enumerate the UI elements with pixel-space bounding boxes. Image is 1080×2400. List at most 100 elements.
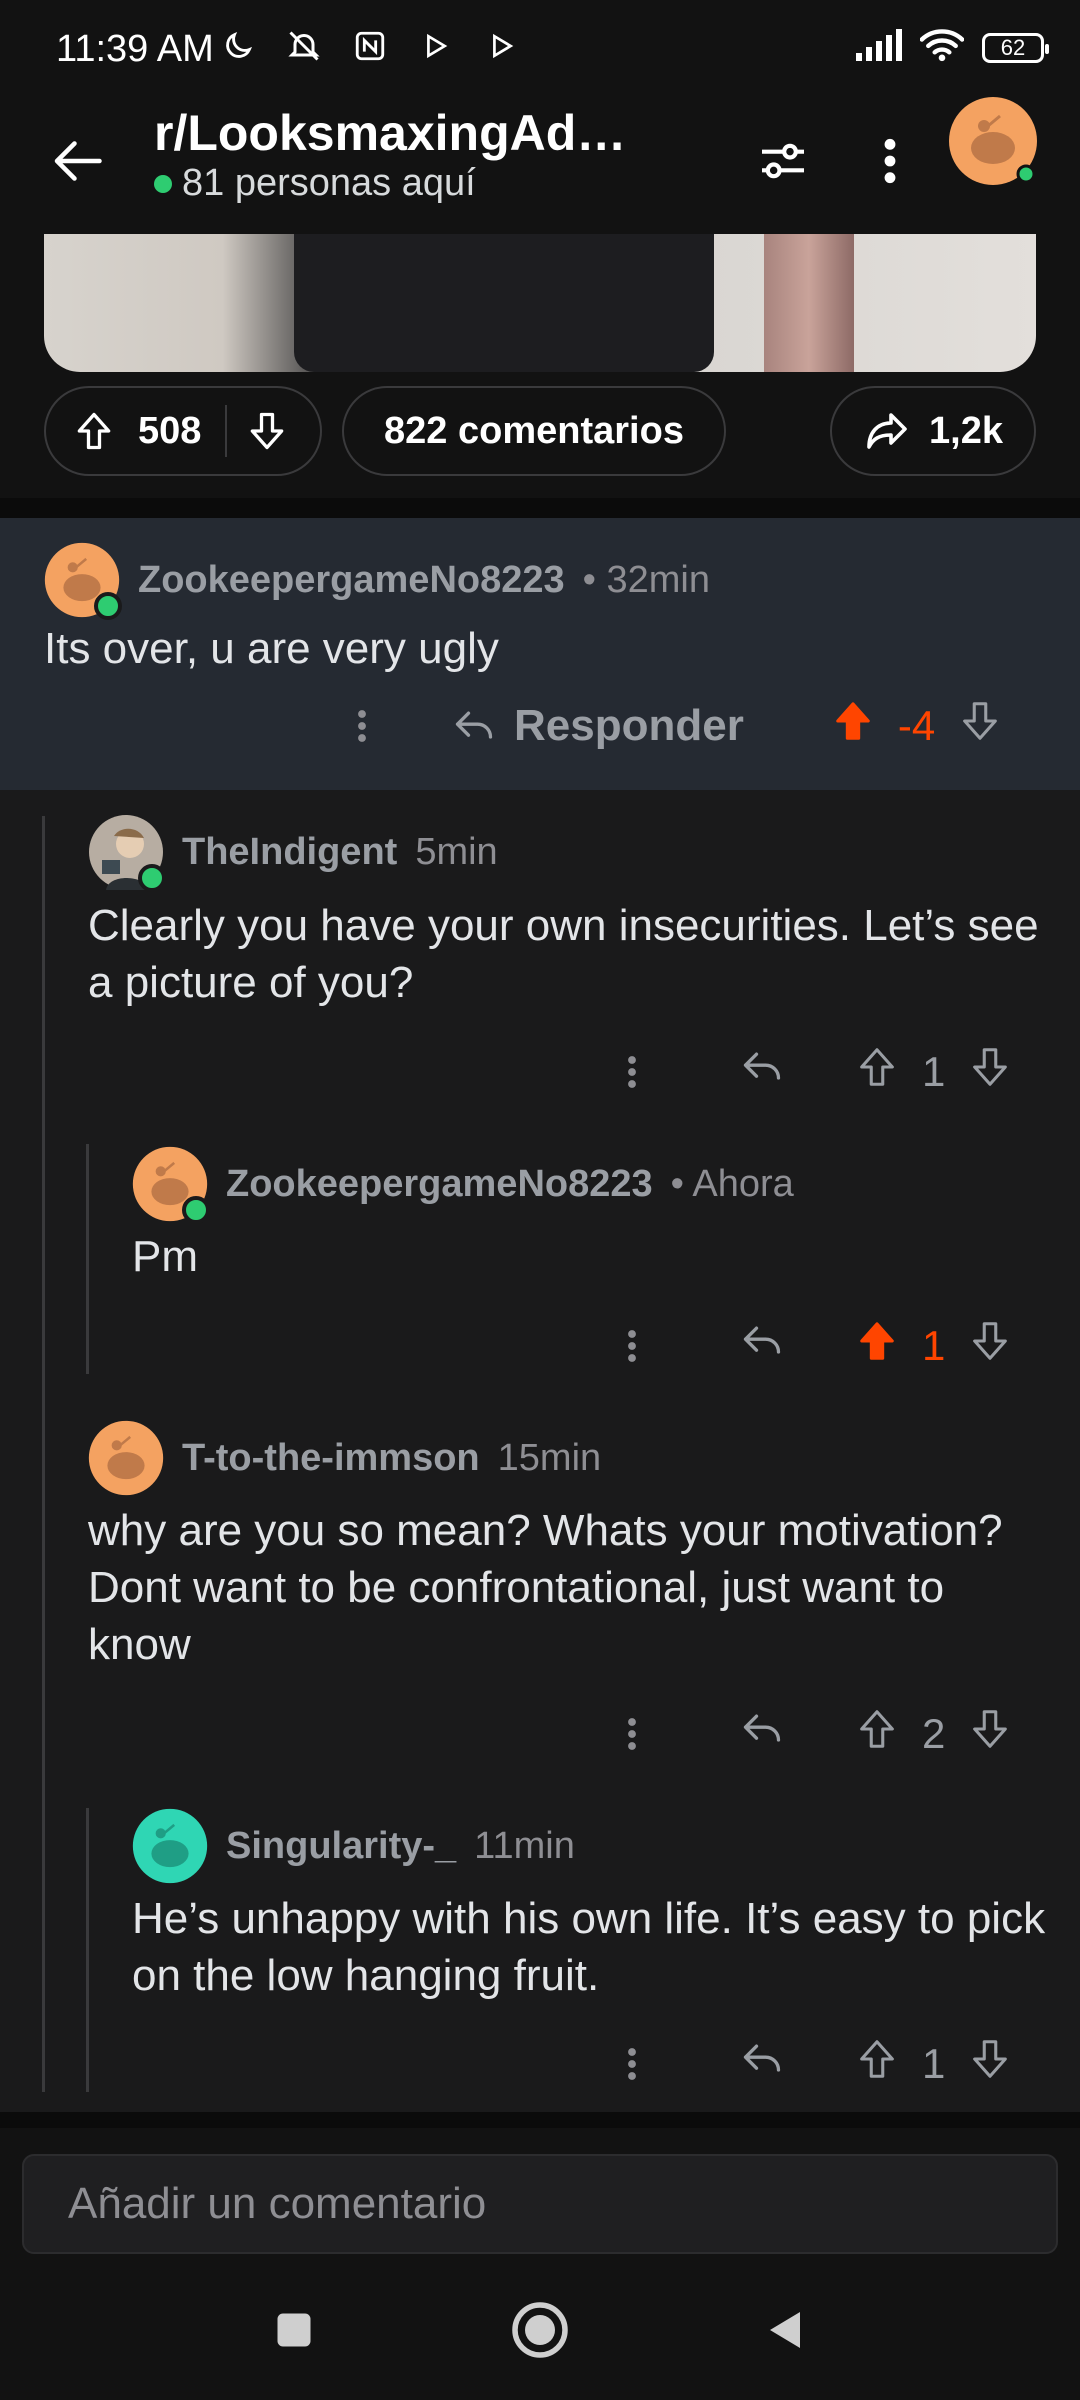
downvote-icon [973, 2040, 1008, 2078]
filter-button[interactable] [748, 126, 818, 196]
status-icons-right: 62 [854, 28, 1049, 67]
post-downvote-button[interactable] [245, 409, 289, 453]
highlighted-comment[interactable]: ZookeepergameNo8223 • 32min Its over, u … [0, 518, 1080, 790]
comment-actions: 1 [612, 1044, 1013, 1100]
comment-actions: 2 [612, 1706, 1013, 1762]
reply-icon [743, 1714, 781, 1742]
upvote-icon [77, 412, 111, 450]
post-image[interactable] [44, 234, 1036, 372]
comment-author[interactable]: ZookeepergameNo8223 [226, 1163, 653, 1206]
post-vote-count: 508 [138, 409, 202, 452]
downvote-button[interactable] [967, 1318, 1013, 1374]
reply-button[interactable] [740, 2037, 784, 2091]
comment-vote: 2 [854, 1706, 1013, 1762]
upvote-button[interactable] [854, 1318, 900, 1374]
comment-author[interactable]: ZookeepergameNo8223 [138, 559, 565, 602]
comment-more-button[interactable] [612, 2044, 652, 2084]
comment-author[interactable]: TheIndigent [182, 831, 397, 874]
downvote-button[interactable] [957, 698, 1003, 754]
online-dot-icon [94, 592, 122, 620]
play-store-icon [416, 26, 456, 66]
avatar[interactable] [132, 1146, 210, 1224]
home-button[interactable] [510, 2300, 570, 2360]
avatar[interactable] [132, 1808, 208, 1884]
comment-more-button[interactable] [612, 1052, 652, 1092]
comment-vote: -4 [830, 698, 1003, 754]
share-icon [867, 413, 907, 449]
vote-separator [225, 405, 228, 457]
comment-header: ZookeepergameNo8223 • 32min [44, 542, 710, 620]
thread-line [86, 1808, 89, 2092]
comment-header: ZookeepergameNo8223 • Ahora [132, 1146, 794, 1224]
upvote-button[interactable] [854, 2036, 900, 2092]
online-count: 81 personas aquí [154, 162, 476, 205]
downvote-button[interactable] [967, 1044, 1013, 1100]
downvote-button[interactable] [967, 2036, 1013, 2092]
vote-score: 2 [922, 1710, 946, 1757]
reply-icon [743, 1326, 781, 1354]
moon-icon [218, 26, 258, 66]
square-icon [277, 2313, 311, 2347]
avatar[interactable] [88, 1420, 164, 1496]
back-triangle-icon [770, 2312, 800, 2348]
signal-icon [854, 29, 902, 66]
back-nav-button[interactable] [756, 2300, 816, 2360]
share-count: 1,2k [929, 409, 1003, 452]
online-dot-icon [154, 174, 172, 193]
post-area: 508 822 comentarios 1,2k [0, 234, 1080, 516]
add-comment-input[interactable]: Añadir un comentario [22, 2154, 1058, 2254]
subreddit-title[interactable]: r/LooksmaxingAd… [154, 104, 626, 162]
comment-header: Singularity-_ 11min [132, 1808, 575, 1884]
share-button[interactable]: 1,2k [830, 386, 1036, 476]
comment-body: Its over, u are very ugly [44, 624, 499, 673]
online-dot-icon [182, 1196, 210, 1224]
downvote-icon [963, 702, 998, 740]
upvote-button[interactable] [830, 698, 876, 754]
reply-button[interactable] [740, 1045, 784, 1099]
comment-more-button[interactable] [612, 1326, 652, 1366]
image-subject [294, 234, 714, 372]
home-circle-icon [512, 2302, 568, 2358]
back-button[interactable] [40, 124, 114, 198]
comment-actions: 1 [612, 1318, 1013, 1374]
post-vote-pill: 508 [44, 386, 322, 476]
upvote-button[interactable] [854, 1706, 900, 1762]
comment-actions: Responder -4 [342, 698, 1003, 754]
recents-button[interactable] [264, 2300, 324, 2360]
downvote-button[interactable] [967, 1706, 1013, 1762]
reply-button[interactable] [740, 1319, 784, 1373]
user-avatar[interactable] [948, 96, 1038, 186]
reply-button[interactable] [740, 1707, 784, 1761]
vote-score: -4 [897, 702, 936, 749]
vote-score: 1 [922, 2040, 946, 2087]
nfc-icon [350, 26, 390, 66]
comment-author[interactable]: T-to-the-immson [182, 1437, 480, 1480]
comment-author[interactable]: Singularity-_ [226, 1825, 456, 1868]
vote-score: 1 [922, 1048, 946, 1095]
downvote-icon [973, 1322, 1008, 1360]
overflow-menu-button[interactable] [860, 126, 920, 196]
more-vertical-icon [628, 2048, 636, 2080]
thread-line [42, 816, 45, 2092]
upvote-icon [860, 2040, 894, 2078]
comment-body: why are you so mean? Whats your motivati… [88, 1506, 1003, 1669]
comment-more-button[interactable] [612, 1714, 652, 1754]
upvote-icon [860, 1710, 894, 1748]
reply-button[interactable]: Responder [452, 701, 744, 751]
upvote-button[interactable] [854, 1044, 900, 1100]
avatar[interactable] [44, 542, 122, 620]
section-divider [0, 2112, 1080, 2128]
status-icons-left [218, 26, 522, 66]
avatar[interactable] [88, 814, 166, 892]
comment-time: 5min [415, 830, 498, 873]
comments-button[interactable]: 822 comentarios [342, 386, 726, 476]
more-vertical-icon [628, 1330, 636, 1362]
comment-more-button[interactable] [342, 706, 382, 746]
top-app-bar: r/LooksmaxingAd… 81 personas aquí [0, 96, 1080, 234]
comment-vote: 1 [854, 1044, 1013, 1100]
post-upvote-button[interactable] [72, 409, 116, 453]
wifi-icon [919, 28, 965, 67]
back-arrow-icon [54, 141, 102, 181]
section-divider [0, 498, 1080, 518]
downvote-icon [973, 1048, 1008, 1086]
